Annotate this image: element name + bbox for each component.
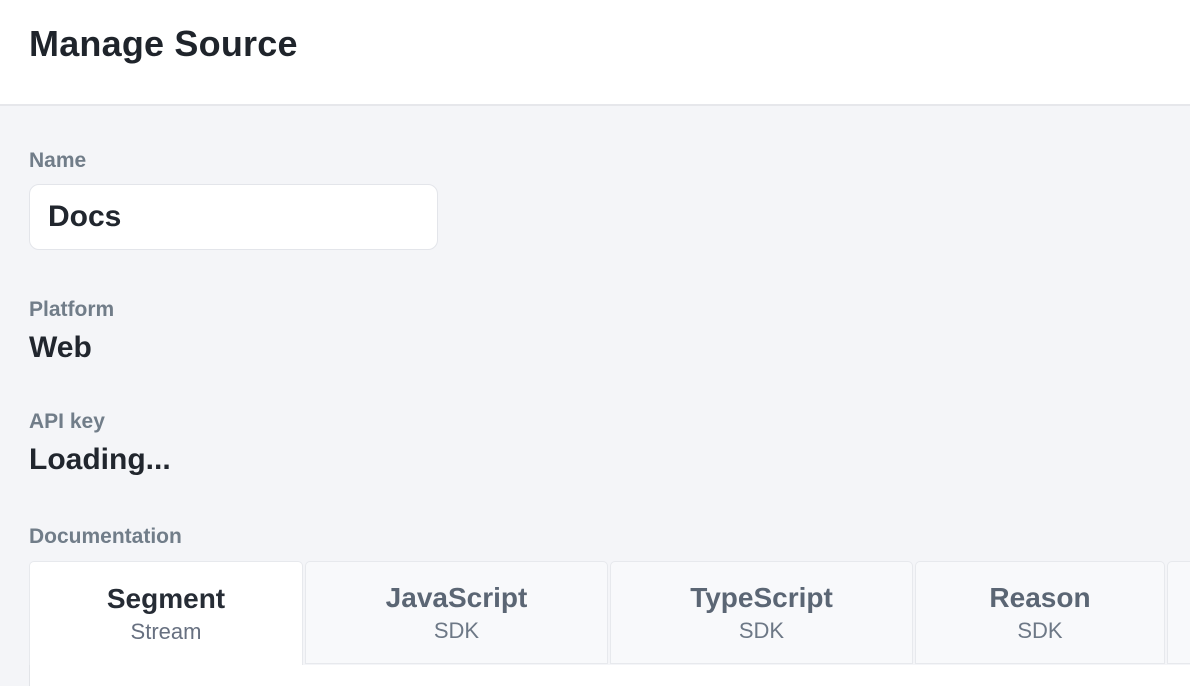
tab-subtitle: Stream	[131, 618, 202, 646]
documentation-tabs: Segment Stream JavaScript SDK TypeScript…	[29, 561, 1190, 665]
platform-label: Platform	[29, 295, 1190, 325]
documentation-label: Documentation	[29, 522, 1190, 552]
tab-title: TypeScript	[690, 581, 833, 615]
api-key-value: Loading...	[29, 441, 1190, 479]
name-field-group: Name	[29, 146, 1190, 250]
tab-javascript-sdk[interactable]: JavaScript SDK	[305, 561, 608, 664]
tab-reason-sdk[interactable]: Reason SDK	[915, 561, 1165, 664]
name-input[interactable]	[29, 184, 438, 250]
manage-source-form: Name Platform Web API key Loading... Doc…	[0, 106, 1190, 686]
documentation-panel	[29, 665, 1190, 686]
page-header: Manage Source	[0, 0, 1190, 106]
tab-title: Reason	[989, 581, 1090, 615]
documentation-section: Documentation Segment Stream JavaScript …	[29, 522, 1190, 686]
tab-title: Segment	[107, 582, 225, 616]
tab-subtitle: SDK	[1017, 617, 1062, 645]
api-key-label: API key	[29, 407, 1190, 437]
platform-value: Web	[29, 329, 1190, 367]
tab-segment-stream[interactable]: Segment Stream	[29, 561, 303, 665]
page-title: Manage Source	[29, 24, 1190, 64]
tab-title: JavaScript	[386, 581, 528, 615]
platform-field-group: Platform Web	[29, 295, 1190, 367]
tab-typescript-sdk[interactable]: TypeScript SDK	[610, 561, 913, 664]
name-label: Name	[29, 146, 1190, 176]
tab-subtitle: SDK	[739, 617, 784, 645]
tab-subtitle: SDK	[434, 617, 479, 645]
tab-cutoff[interactable]	[1167, 561, 1190, 664]
api-key-field-group: API key Loading...	[29, 407, 1190, 479]
